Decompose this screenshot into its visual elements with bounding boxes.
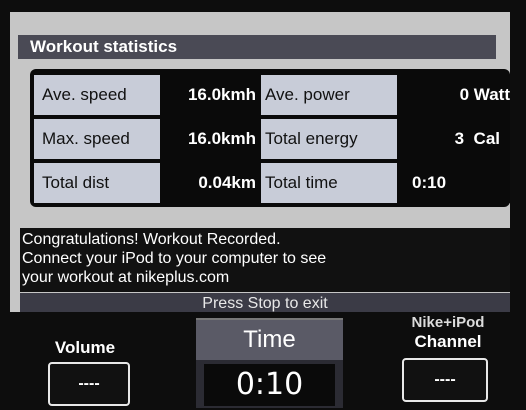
stats-table: Ave. speed 16.0kmh Ave. power 0 Watt Max… (30, 69, 510, 207)
volume-label: Volume (54, 338, 116, 357)
channel-value-box[interactable]: ---- (402, 358, 488, 402)
stat-label-total-time: Total time (261, 163, 397, 203)
time-label: Time (196, 318, 343, 360)
stat-label-max-speed: Max. speed (34, 119, 160, 159)
workout-stats-panel: Workout statistics Ave. speed 16.0kmh Av… (10, 12, 510, 312)
message-line-1: Congratulations! Workout Recorded. (22, 231, 281, 248)
message-line-2: Connect your iPod to your computer to se… (22, 250, 327, 267)
volume-control[interactable]: Volume ---- (30, 338, 140, 408)
stat-label-total-dist: Total dist (34, 163, 160, 203)
nike-ipod-logo: Nike+iPod (411, 314, 485, 331)
stat-value-ave-speed: 16.0kmh (160, 75, 260, 115)
congratulations-message: Congratulations! Workout Recorded. Conne… (20, 228, 510, 292)
message-line-3: your workout at nikeplus.com (22, 269, 230, 286)
stat-label-total-energy: Total energy (261, 119, 397, 159)
exit-hint: Press Stop to exit (20, 293, 510, 312)
stat-value-total-time: 0:10 (398, 163, 510, 203)
volume-value-box[interactable]: ---- (48, 362, 130, 406)
stat-label-ave-speed: Ave. speed (34, 75, 160, 115)
stat-value-total-energy: 3 Cal (398, 119, 510, 159)
channel-control[interactable]: Nike+iPod Channel ---- (388, 314, 508, 408)
stat-value-max-speed: 16.0kmh (160, 119, 260, 159)
stat-value-total-dist: 0.04km (160, 163, 260, 203)
channel-label: Channel (414, 332, 482, 351)
stat-label-ave-power: Ave. power (261, 75, 397, 115)
stat-value-ave-power: 0 Watt (398, 75, 510, 115)
panel-title: Workout statistics (18, 35, 496, 59)
time-value: 0:10 (204, 364, 335, 406)
time-display: Time 0:10 (196, 318, 343, 408)
